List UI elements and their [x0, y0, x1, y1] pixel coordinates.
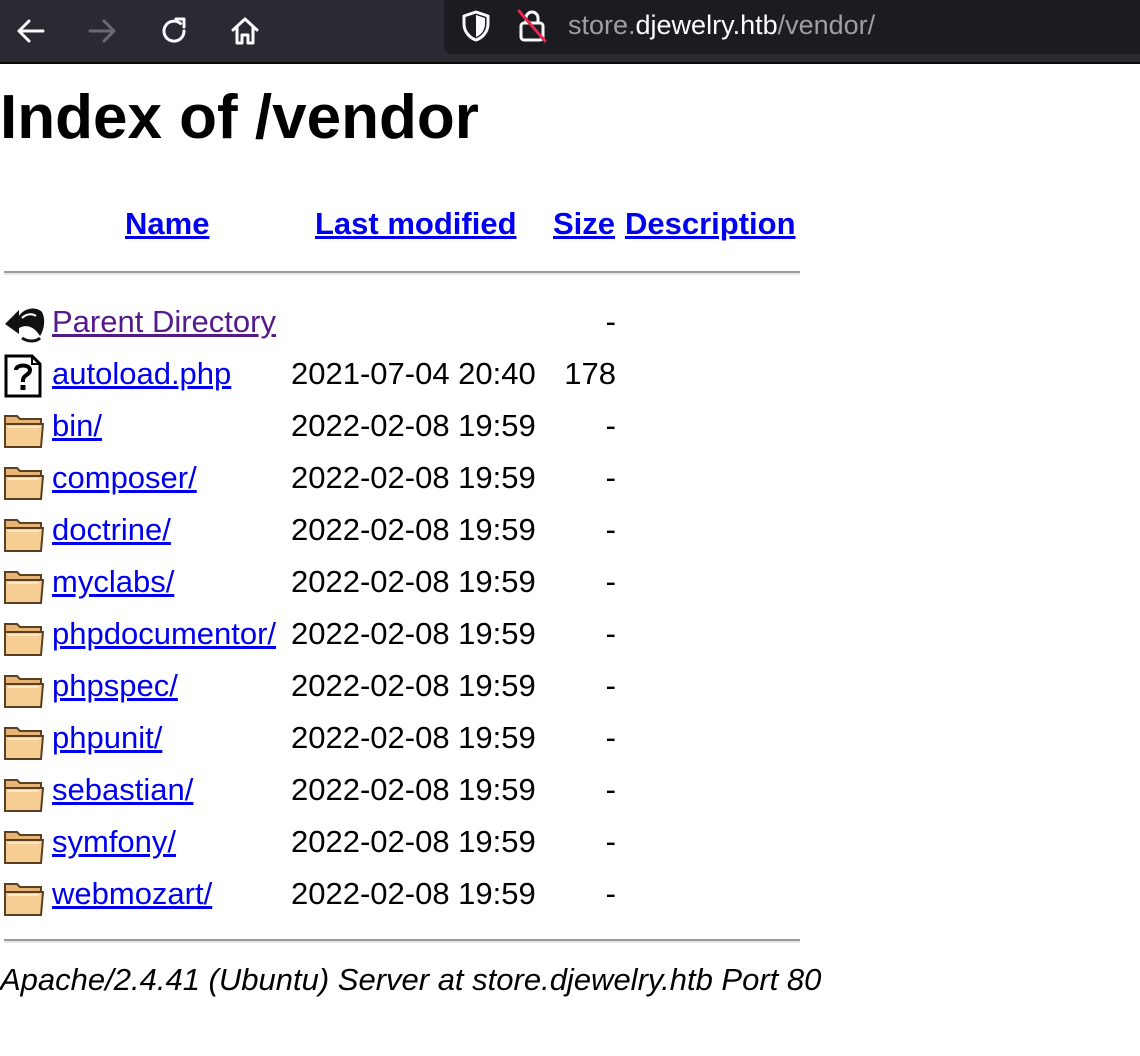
entry-link[interactable]: bin/: [52, 408, 102, 444]
entry-link[interactable]: myclabs/: [52, 564, 174, 600]
table-row: myclabs/2022-02-08 19:59 -: [0, 556, 800, 608]
arrow-right-icon: [88, 19, 116, 43]
file-size: -: [605, 408, 616, 443]
url-host: djewelry.htb: [635, 10, 778, 40]
url-host-prefix: store.: [568, 10, 636, 40]
reload-button[interactable]: [149, 6, 199, 56]
folder-icon: [2, 614, 46, 658]
insecure-lock-icon: [517, 9, 547, 43]
entry-link[interactable]: phpunit/: [52, 720, 162, 756]
entry-link[interactable]: symfony/: [52, 824, 176, 860]
entry-link[interactable]: phpspec/: [52, 668, 178, 704]
file-size: -: [605, 720, 616, 755]
back-button[interactable]: [6, 6, 56, 56]
last-modified: 2022-02-08 19:59: [291, 512, 536, 547]
entry-link[interactable]: autoload.php: [52, 356, 231, 392]
reload-icon: [162, 17, 186, 43]
table-row: doctrine/2022-02-08 19:59 -: [0, 504, 800, 556]
folder-icon: [2, 822, 46, 866]
file-size: -: [605, 512, 616, 547]
last-modified: 2022-02-08 19:59: [291, 616, 536, 651]
file-size: -: [605, 564, 616, 599]
back-icon: [2, 302, 46, 346]
file-size: -: [605, 824, 616, 859]
last-modified: 2022-02-08 19:59: [291, 668, 536, 703]
last-modified: 2022-02-08 19:59: [291, 720, 536, 755]
entry-link[interactable]: sebastian/: [52, 772, 193, 808]
last-modified: 2022-02-08 19:59: [291, 564, 536, 599]
table-row: composer/2022-02-08 19:59 -: [0, 452, 800, 504]
file-size: -: [605, 616, 616, 651]
entry-link[interactable]: webmozart/: [52, 876, 212, 912]
page-title: Index of /vendor: [0, 83, 479, 152]
footer-divider: [4, 939, 800, 943]
table-row: phpdocumentor/2022-02-08 19:59 -: [0, 608, 800, 660]
url-text[interactable]: store.djewelry.htb/vendor/: [568, 9, 875, 41]
folder-icon: [2, 874, 46, 918]
sort-by-last-modified-link[interactable]: Last modified: [315, 206, 517, 242]
last-modified: 2022-02-08 19:59: [291, 772, 536, 807]
file-size: -: [605, 876, 616, 911]
sort-by-description-link[interactable]: Description: [625, 206, 796, 242]
folder-icon: [2, 718, 46, 762]
folder-icon: [2, 562, 46, 606]
entry-link[interactable]: composer/: [52, 460, 197, 496]
home-button[interactable]: [220, 6, 270, 56]
site-security-button[interactable]: [512, 6, 552, 46]
file-size: 178: [564, 356, 616, 391]
entry-link[interactable]: phpdocumentor/: [52, 616, 276, 652]
table-row: bin/2022-02-08 19:59 -: [0, 400, 800, 452]
shield-icon: [462, 10, 490, 42]
file-size: -: [605, 304, 616, 339]
table-row: symfony/2022-02-08 19:59 -: [0, 816, 800, 868]
arrow-left-icon: [17, 19, 45, 43]
parent-directory-link[interactable]: Parent Directory: [52, 304, 276, 340]
last-modified: 2021-07-04 20:40: [291, 356, 536, 391]
table-row: sebastian/2022-02-08 19:59 -: [0, 764, 800, 816]
table-row: webmozart/2022-02-08 19:59 -: [0, 868, 800, 920]
folder-icon: [2, 770, 46, 814]
server-signature: Apache/2.4.41 (Ubuntu) Server at store.d…: [0, 962, 822, 997]
tracking-protection-button[interactable]: [456, 6, 496, 46]
file-size: -: [605, 668, 616, 703]
url-path: /vendor/: [777, 10, 876, 40]
last-modified: 2022-02-08 19:59: [291, 876, 536, 911]
folder-icon: [2, 406, 46, 450]
file-size: -: [605, 460, 616, 495]
sort-by-size-link[interactable]: Size: [553, 206, 615, 242]
entry-link[interactable]: doctrine/: [52, 512, 171, 548]
table-row: phpspec/2022-02-08 19:59 -: [0, 660, 800, 712]
table-row: phpunit/2022-02-08 19:59 -: [0, 712, 800, 764]
forward-button[interactable]: [77, 6, 127, 56]
url-bar[interactable]: store.djewelry.htb/vendor/: [444, 0, 1140, 54]
home-icon: [231, 17, 259, 45]
folder-icon: [2, 510, 46, 554]
last-modified: 2022-02-08 19:59: [291, 824, 536, 859]
folder-icon: [2, 458, 46, 502]
parent-directory-row: Parent Directory -: [0, 296, 800, 348]
browser-toolbar: store.djewelry.htb/vendor/: [0, 0, 1140, 64]
file-size: -: [605, 772, 616, 807]
unknown-file-icon: [2, 354, 46, 398]
last-modified: 2022-02-08 19:59: [291, 408, 536, 443]
table-row: autoload.php 2021-07-04 20:40 178: [0, 348, 800, 400]
folder-icon: [2, 666, 46, 710]
sort-by-name-link[interactable]: Name: [125, 206, 209, 242]
header-divider: [4, 271, 800, 275]
last-modified: 2022-02-08 19:59: [291, 460, 536, 495]
